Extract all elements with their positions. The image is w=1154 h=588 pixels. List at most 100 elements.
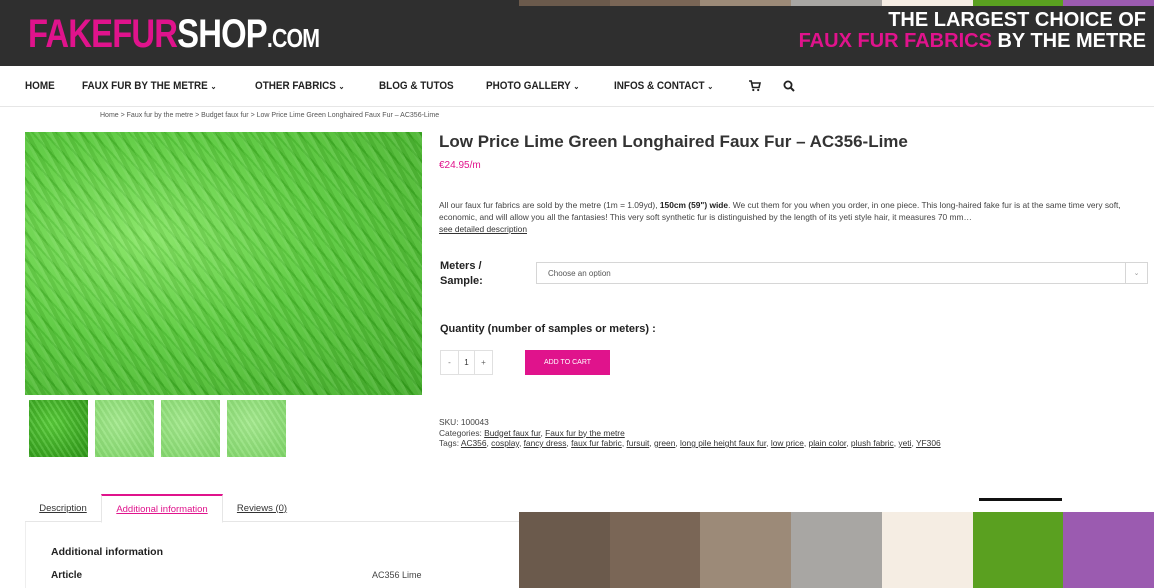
meters-sample-label: Meters / Sample:	[440, 260, 483, 287]
sku-value: 100043	[460, 417, 489, 427]
tag-link[interactable]: fancy dress	[524, 438, 567, 448]
breadcrumb[interactable]: Home > Faux fur by the metre > Budget fa…	[100, 112, 439, 119]
chevron-down-icon: ⌄	[707, 82, 714, 91]
product-tabs: Description Additional information Revie…	[25, 494, 520, 523]
color-swatch[interactable]	[972, 512, 1064, 588]
search-icon[interactable]	[782, 79, 796, 93]
color-swatch[interactable]	[1063, 512, 1154, 588]
logo-text-shop: SHOP	[177, 12, 267, 56]
color-swatch[interactable]	[519, 512, 610, 588]
color-swatch[interactable]	[700, 512, 792, 588]
product-thumbnails	[29, 400, 286, 457]
tag-link[interactable]: long pile height faux fur	[680, 438, 766, 448]
tag-link[interactable]: low price	[771, 438, 804, 448]
product-main-image[interactable]	[25, 132, 422, 395]
attribute-value: AC356 Lime	[372, 570, 422, 580]
tagline-line1: THE LARGEST CHOICE OF	[888, 9, 1146, 31]
tag-link[interactable]: plush fabric	[851, 438, 894, 448]
nav-divider	[0, 106, 1154, 107]
nav-item-home[interactable]: HOME	[25, 80, 55, 92]
top-swatch-strip	[519, 0, 1154, 6]
nav-label: INFOS & CONTACT	[613, 80, 705, 92]
top-color-swatch	[609, 0, 701, 6]
main-nav: HOME FAUX FUR BY THE METRE ⌄ OTHER FABRIC…	[0, 66, 1154, 106]
logo-text-fake: FAKE	[28, 12, 113, 56]
site-header: FAKEFURSHOP.COM THE LARGEST CHOICE OF FA…	[0, 0, 1154, 66]
tag-link[interactable]: fursuit	[626, 438, 649, 448]
logo-text-fur: FUR	[112, 12, 178, 56]
tagline-white: BY THE METRE	[991, 30, 1146, 52]
top-color-swatch	[1063, 0, 1154, 6]
chevron-down-icon: ⌄	[1125, 263, 1147, 283]
tab-reviews[interactable]: Reviews (0)	[229, 494, 295, 522]
tab-description[interactable]: Description	[31, 494, 95, 522]
tag-link[interactable]: green	[654, 438, 675, 448]
tag-link[interactable]: plain color	[809, 438, 847, 448]
nav-label: HOME	[25, 80, 55, 92]
quantity-stepper: - 1 +	[440, 350, 493, 375]
product-thumbnail[interactable]	[227, 400, 286, 457]
attribute-label: Article	[51, 570, 83, 581]
product-meta: SKU: 100043 Categories: Budget faux fur,…	[439, 417, 941, 449]
categories-line: Categories: Budget faux fur, Faux fur by…	[439, 427, 625, 438]
color-swatch[interactable]	[609, 512, 701, 588]
quantity-plus-button[interactable]: +	[475, 351, 492, 374]
tag-link[interactable]: yeti	[898, 438, 911, 448]
nav-item-other-fabrics[interactable]: OTHER FABRICS ⌄	[255, 80, 345, 92]
swatch-active-indicator	[979, 498, 1062, 501]
tags-label: Tags:	[439, 438, 461, 448]
product-price: €24.95/m	[439, 160, 481, 171]
nav-item-faux-fur[interactable]: FAUX FUR BY THE METRE ⌄	[82, 80, 217, 92]
tag-link[interactable]: faux fur fabric	[571, 438, 622, 448]
nav-item-photo-gallery[interactable]: PHOTO GALLERY ⌄	[486, 80, 579, 92]
nav-item-blog[interactable]: BLOG & TUTOS	[379, 80, 454, 92]
product-thumbnail[interactable]	[29, 400, 88, 457]
tagline-pink: FAUX FUR FABRICS	[798, 30, 992, 52]
top-color-swatch	[881, 0, 973, 6]
desc-text: All our faux fur fabrics are sold by the…	[439, 200, 660, 210]
product-thumbnail[interactable]	[95, 400, 154, 457]
tag-link[interactable]: AC356	[461, 438, 487, 448]
nav-label: FAUX FUR BY THE METRE	[82, 80, 208, 92]
site-logo[interactable]: FAKEFURSHOP.COM	[28, 12, 320, 57]
cart-icon[interactable]	[748, 79, 762, 93]
additional-info-heading: Additional information	[51, 546, 163, 558]
chevron-down-icon: ⌄	[573, 82, 580, 91]
top-color-swatch	[519, 0, 610, 6]
chevron-down-icon: ⌄	[339, 82, 346, 91]
product-short-description: All our faux fur fabrics are sold by the…	[439, 199, 1151, 235]
quantity-input[interactable]: 1	[458, 351, 475, 374]
color-swatch[interactable]	[791, 512, 882, 588]
tag-link[interactable]: YF306	[916, 438, 941, 448]
nav-item-infos-contact[interactable]: INFOS & CONTACT ⌄	[614, 80, 713, 92]
product-title: Low Price Lime Green Longhaired Faux Fur…	[439, 132, 908, 151]
logo-text-com: .COM	[266, 23, 320, 53]
quantity-label: Quantity (number of samples or meters) :	[440, 323, 656, 335]
color-swatch-bar	[519, 512, 1154, 588]
quantity-minus-button[interactable]: -	[441, 351, 458, 374]
tagline-line2: FAUX FUR FABRICS BY THE METRE	[799, 31, 1146, 52]
desc-width-bold: 150cm (59") wide	[659, 200, 729, 210]
top-color-swatch	[972, 0, 1064, 6]
category-link[interactable]: Budget faux fur	[484, 428, 540, 438]
category-link[interactable]: Faux fur by the metre	[545, 428, 625, 438]
top-color-swatch	[791, 0, 882, 6]
select-placeholder: Choose an option	[548, 269, 611, 278]
nav-label: BLOG & TUTOS	[379, 80, 454, 92]
add-to-cart-button[interactable]: ADD TO CART	[525, 350, 610, 375]
nav-label: OTHER FABRICS	[255, 80, 337, 92]
sku-line: SKU: 100043	[439, 417, 941, 428]
sku-label: SKU:	[439, 417, 461, 427]
see-detailed-description-link[interactable]: see detailed description	[439, 224, 527, 234]
tags-line: Tags: AC356, cosplay, fancy dress, faux …	[439, 438, 941, 448]
chevron-down-icon: ⌄	[210, 82, 217, 91]
meters-sample-select[interactable]: Choose an option ⌄	[536, 262, 1148, 284]
tab-additional-information[interactable]: Additional information	[101, 494, 223, 523]
color-swatch[interactable]	[881, 512, 973, 588]
header-tagline: THE LARGEST CHOICE OF FAUX FUR FABRICS B…	[799, 10, 1146, 52]
tag-link[interactable]: cosplay	[491, 438, 519, 448]
top-color-swatch	[700, 0, 792, 6]
product-thumbnail[interactable]	[161, 400, 220, 457]
categories-label: Categories:	[439, 427, 485, 438]
nav-label: PHOTO GALLERY	[485, 80, 571, 92]
